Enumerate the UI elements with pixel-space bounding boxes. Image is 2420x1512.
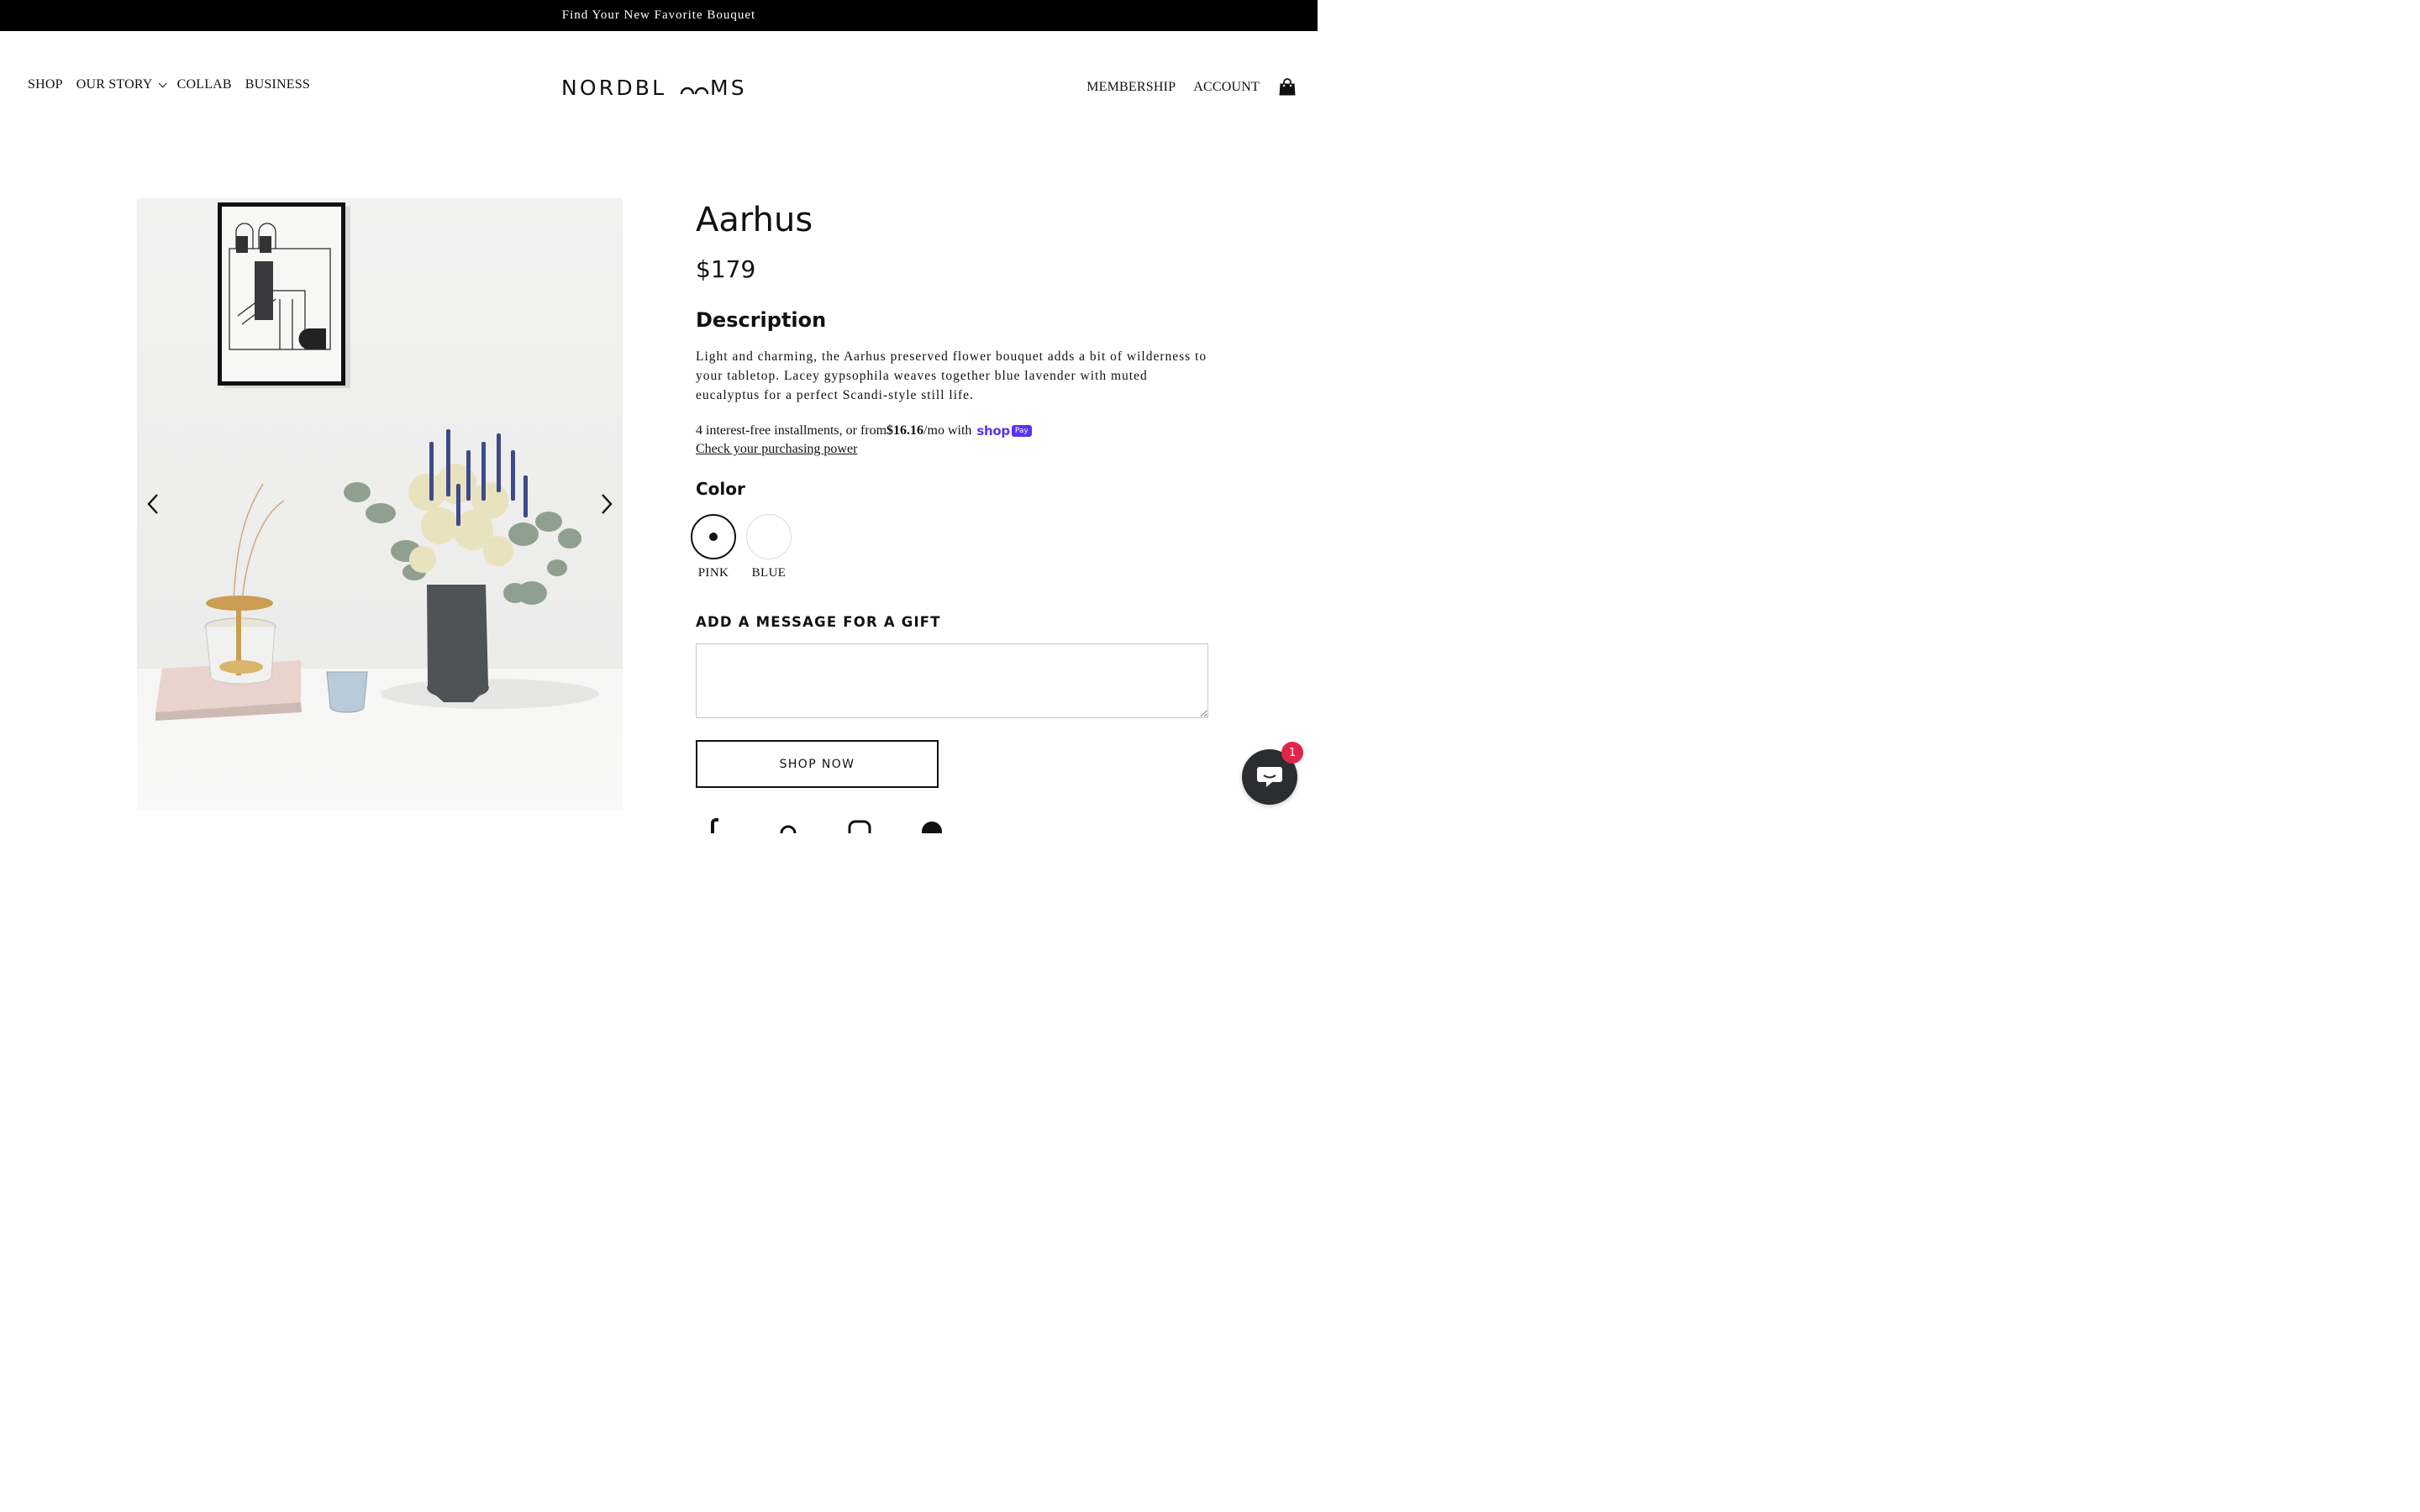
- gift-message-heading: ADD A MESSAGE FOR A GIFT: [696, 614, 941, 630]
- swatch-pink-circle[interactable]: [691, 514, 736, 559]
- nav-collab-label: COLLAB: [176, 77, 232, 92]
- shop-pay-shop: shop: [976, 423, 1010, 438]
- nav-shop-label: SHOP: [28, 77, 63, 92]
- gallery-next-button[interactable]: [595, 492, 618, 516]
- chat-notification-badge: 1: [1281, 742, 1303, 764]
- shop-now-button[interactable]: SHOP NOW: [696, 740, 939, 788]
- selected-dot-icon: [709, 533, 718, 541]
- product-photo: [155, 202, 599, 721]
- site-logo[interactable]: NORDBL MS: [561, 74, 756, 101]
- swatch-blue-circle[interactable]: [746, 514, 792, 559]
- social-share: [702, 816, 944, 833]
- main-nav: SHOP OUR STORY COLLAB BUSINESS: [28, 77, 324, 92]
- shop-pay-logo: shop Pay: [976, 423, 1032, 438]
- color-heading: Color: [696, 479, 745, 499]
- announcement-text: Find Your New Favorite Bouquet: [561, 8, 756, 22]
- facebook-icon[interactable]: [702, 816, 728, 833]
- swatch-pink[interactable]: PINK: [691, 514, 736, 580]
- instagram-icon[interactable]: [847, 816, 872, 833]
- account-nav: MEMBERSHIP ACCOUNT: [1069, 77, 1297, 97]
- svg-text:MS: MS: [710, 76, 747, 100]
- product-image-gallery: [137, 198, 623, 811]
- chevron-right-icon: [602, 494, 613, 514]
- color-swatches: PINK BLUE: [691, 514, 1208, 580]
- nav-our-story-label: OUR STORY: [76, 77, 153, 92]
- shop-pay-pay: Pay: [1011, 425, 1032, 437]
- product-details: Aarhus $179 Description Light and charmi…: [691, 198, 1208, 788]
- shopping-bag-icon[interactable]: [1277, 77, 1297, 97]
- chat-icon: [1257, 767, 1282, 787]
- tiktok-icon[interactable]: [919, 816, 944, 833]
- chevron-left-icon: [147, 494, 158, 514]
- pinterest-icon[interactable]: [775, 816, 800, 833]
- gift-message-input[interactable]: [696, 643, 1208, 718]
- svg-text:NORDBL: NORDBL: [561, 76, 666, 100]
- nav-collab[interactable]: COLLAB: [177, 77, 232, 92]
- nav-membership[interactable]: MEMBERSHIP: [1086, 80, 1176, 95]
- installments-prefix: 4 interest-free installments, or from: [696, 423, 887, 438]
- installments-info: 4 interest-free installments, or from $1…: [696, 423, 1208, 438]
- swatch-pink-label: PINK: [697, 566, 729, 580]
- announcement-bar: Find Your New Favorite Bouquet: [0, 0, 1318, 31]
- gallery-prev-button[interactable]: [141, 492, 165, 516]
- chevron-down-icon: [158, 78, 167, 87]
- nav-our-story[interactable]: OUR STORY: [76, 77, 167, 92]
- nav-business-label: BUSINESS: [245, 77, 310, 92]
- nav-account[interactable]: ACCOUNT: [1193, 80, 1260, 95]
- swatch-blue-label: BLUE: [751, 566, 786, 580]
- installments-suffix: /mo with: [923, 423, 972, 438]
- product-description: Light and charming, the Aarhus preserved…: [696, 349, 1207, 402]
- installments-amount: $16.16: [886, 423, 924, 438]
- swatch-blue[interactable]: BLUE: [746, 514, 792, 580]
- nav-shop[interactable]: SHOP: [28, 77, 63, 92]
- product-title: Aarhus: [696, 201, 813, 239]
- purchasing-power-link[interactable]: Check your purchasing power: [696, 442, 857, 457]
- description-heading: Description: [696, 308, 827, 332]
- product-price: $179: [696, 255, 756, 283]
- logo-wordmark: NORDBL MS: [561, 76, 747, 100]
- nav-business[interactable]: BUSINESS: [245, 77, 310, 92]
